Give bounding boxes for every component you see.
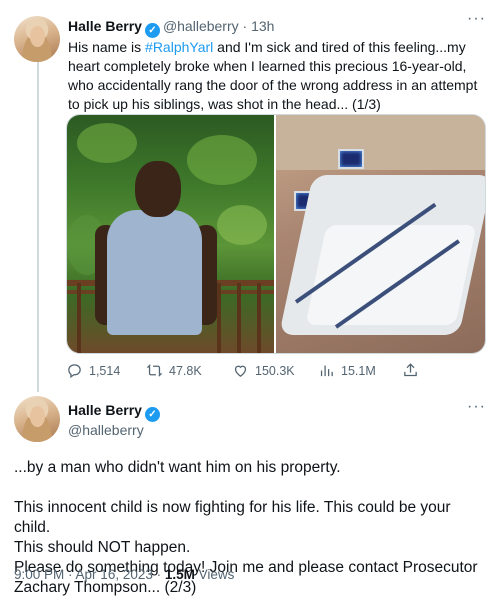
tweet-meta: 9:00 PM · Apr 16, 2023 · 1.5M Views: [14, 567, 234, 582]
retweet-icon: [146, 364, 163, 377]
thread-connector-line: [37, 62, 39, 392]
tweet-header: Halle Berry ✓ @halleberry · 13h: [68, 18, 274, 38]
like-button[interactable]: 150.3K: [232, 362, 295, 379]
views-count: 1.5M: [164, 567, 195, 582]
more-horizontal-icon[interactable]: ···: [467, 10, 486, 28]
author-name[interactable]: Halle Berry: [68, 402, 142, 418]
separator-dot: ·: [152, 567, 165, 582]
photo-hospital-bed[interactable]: [276, 115, 485, 353]
avatar[interactable]: [14, 396, 60, 442]
author-handle[interactable]: @halleberry: [68, 422, 144, 438]
tweet-time[interactable]: 13h: [251, 18, 274, 34]
photo-boy-outdoors[interactable]: [67, 115, 274, 353]
share-button[interactable]: [402, 362, 419, 379]
retweet-button[interactable]: 47.8K: [146, 362, 202, 379]
heart-icon: [234, 365, 247, 377]
author-handle[interactable]: @halleberry: [163, 18, 239, 34]
reply-icon: [68, 364, 81, 379]
bar-chart-icon: [320, 365, 333, 377]
verified-badge-icon: ✓: [144, 23, 160, 38]
reply-count: 1,514: [89, 363, 121, 378]
like-count: 150.3K: [255, 363, 295, 378]
tweet-actions: 1,514 47.8K 150.3K 15.1M: [66, 362, 486, 382]
views-label: Views: [198, 567, 235, 582]
views-count: 15.1M: [341, 363, 376, 378]
tweet-date[interactable]: Apr 16, 2023: [76, 567, 153, 582]
tweet-line: This should NOT happen.: [14, 539, 191, 556]
author-name-row: Halle Berry ✓: [68, 402, 163, 422]
verified-badge-icon: ✓: [144, 407, 160, 422]
more-horizontal-icon[interactable]: ···: [467, 398, 486, 416]
tweet-time[interactable]: 9:00 PM: [14, 567, 64, 582]
tweet-text: His name is #RalphYarl and I'm sick and …: [68, 38, 486, 114]
share-icon: [404, 363, 417, 377]
tweet-line: ...by a man who didn't want him on his p…: [14, 459, 341, 476]
tweet-text-part: His name is: [68, 39, 146, 55]
tweet-line: This innocent child is now fighting for …: [14, 499, 451, 536]
separator-dot: ·: [64, 567, 76, 582]
views-button[interactable]: 15.1M: [318, 362, 376, 379]
hashtag-link[interactable]: #RalphYarl: [145, 39, 213, 55]
reply-button[interactable]: 1,514: [66, 362, 120, 379]
separator-dot: ·: [238, 18, 252, 34]
retweet-count: 47.8K: [169, 363, 202, 378]
tweet-media[interactable]: [66, 114, 486, 354]
author-name[interactable]: Halle Berry: [68, 18, 142, 34]
avatar[interactable]: [14, 16, 60, 62]
